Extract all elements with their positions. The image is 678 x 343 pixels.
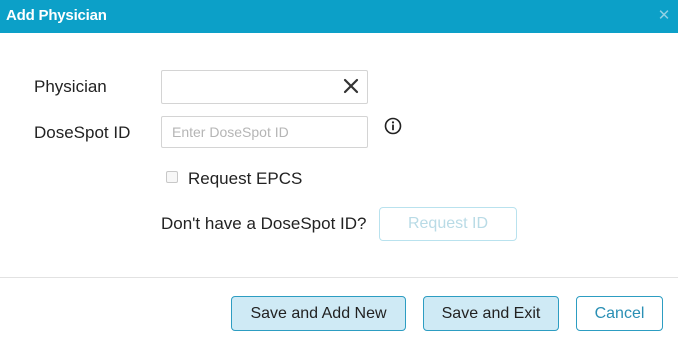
request-epcs-label: Request EPCS [188,169,303,188]
dialog-header: Add Physician ✕ [0,0,678,33]
physician-field[interactable] [161,70,368,104]
dosespot-id-field[interactable] [161,116,368,148]
request-id-button[interactable]: Request ID [379,207,517,241]
physician-input[interactable] [162,71,367,103]
request-epcs-checkbox[interactable] [166,171,178,183]
dosespot-id-label: DoseSpot ID [34,123,131,142]
info-icon[interactable] [384,117,402,135]
footer-divider [0,277,678,278]
dosespot-id-input[interactable] [162,117,367,147]
save-and-exit-button[interactable]: Save and Exit [423,296,559,331]
no-dosespot-id-text: Don't have a DoseSpot ID? [161,214,367,233]
close-icon[interactable]: ✕ [657,8,671,23]
clear-icon[interactable] [343,78,359,94]
save-and-add-new-button[interactable]: Save and Add New [231,296,406,331]
cancel-button[interactable]: Cancel [576,296,663,331]
dialog-title: Add Physician [6,7,107,24]
physician-label: Physician [34,77,107,96]
